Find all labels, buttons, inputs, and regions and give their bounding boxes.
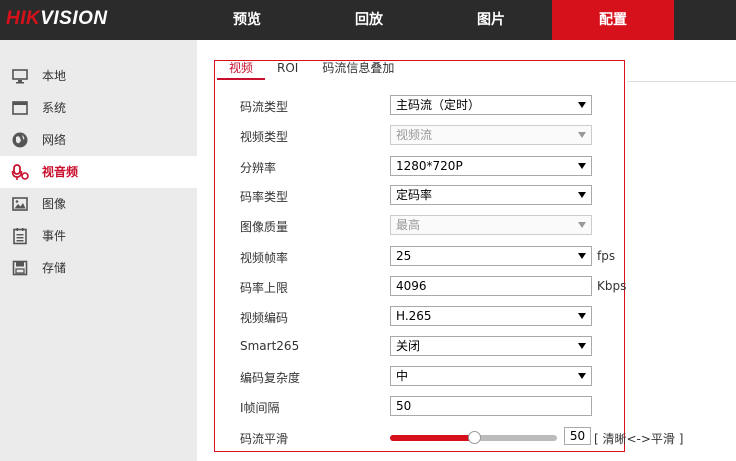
stream-type-label: 码流类型 — [240, 100, 289, 114]
frame-rate-unit: fps — [597, 249, 616, 263]
i-frame-interval-input[interactable]: 50 — [390, 396, 592, 416]
bitrate-type-select[interactable]: 定码率 — [390, 185, 592, 205]
row-frame-rate: 视频帧率 25 fps — [240, 246, 700, 266]
slider-fill — [390, 435, 474, 441]
chevron-down-icon — [578, 163, 586, 169]
tab-video[interactable]: 视频 — [217, 58, 266, 80]
stream-type-select[interactable]: 主码流（定时） — [390, 95, 592, 115]
sidebar-item-label: 视音频 — [42, 165, 79, 179]
config-content: 视频 ROI 码流信息叠加 码流类型 主码流（定时） 视频类型 视频流 分辨率 … — [197, 40, 736, 461]
row-stream-type: 码流类型 主码流（定时） — [240, 95, 700, 115]
microphone-icon — [11, 164, 29, 180]
sidebar-item-video-audio[interactable]: 视音频 — [0, 156, 197, 188]
frame-rate-select[interactable]: 25 — [390, 246, 592, 266]
chevron-down-icon — [578, 192, 586, 198]
row-smart265: Smart265 关闭 — [240, 336, 700, 356]
row-video-encoding: 视频编码 H.265 — [240, 306, 700, 326]
top-bar: HIKVISION 预览 回放 图片 配置 — [0, 0, 736, 40]
stream-smoothing-hint: [ 清晰<->平滑 ] — [594, 432, 684, 446]
sidebar-item-system[interactable]: 系统 — [0, 92, 197, 124]
chevron-down-icon — [578, 373, 586, 379]
slider-handle[interactable] — [468, 431, 481, 444]
max-bitrate-unit: Kbps — [597, 279, 627, 293]
hikvision-logo: HIKVISION — [6, 8, 108, 29]
row-encoding-complexity: 编码复杂度 中 — [240, 366, 700, 386]
chevron-down-icon — [578, 102, 586, 108]
chevron-down-icon — [578, 313, 586, 319]
video-encoding-select[interactable]: H.265 — [390, 306, 592, 326]
sidebar-item-label: 图像 — [42, 197, 67, 211]
video-type-label: 视频类型 — [240, 130, 289, 144]
monitor-icon — [12, 69, 28, 84]
video-type-select: 视频流 — [390, 125, 592, 145]
row-resolution: 分辨率 1280*720P — [240, 156, 700, 176]
stream-smoothing-label: 码流平滑 — [240, 432, 289, 446]
sidebar: 本地 系统 网络 视音频 图像 事件 存储 — [0, 40, 197, 461]
row-max-bitrate: 码率上限 4096 Kbps — [240, 276, 700, 296]
sidebar-item-image[interactable]: 图像 — [0, 188, 197, 220]
sidebar-item-label: 存储 — [42, 261, 67, 275]
resolution-select[interactable]: 1280*720P — [390, 156, 592, 176]
image-quality-label: 图像质量 — [240, 220, 289, 234]
sidebar-item-network[interactable]: 网络 — [0, 124, 197, 156]
sidebar-item-local[interactable]: 本地 — [0, 60, 197, 92]
encoding-complexity-label: 编码复杂度 — [240, 371, 301, 385]
system-window-icon — [12, 101, 28, 115]
nav-preview[interactable]: 预览 — [186, 0, 308, 40]
nav-picture[interactable]: 图片 — [430, 0, 552, 40]
video-encoding-label: 视频编码 — [240, 311, 289, 325]
storage-disk-icon — [12, 260, 28, 276]
sidebar-item-label: 网络 — [42, 133, 67, 147]
tab-divider — [627, 81, 736, 82]
event-list-icon — [13, 228, 27, 245]
tab-roi[interactable]: ROI — [265, 58, 310, 80]
frame-rate-label: 视频帧率 — [240, 251, 289, 265]
smart265-select[interactable]: 关闭 — [390, 336, 592, 356]
globe-icon — [12, 132, 28, 148]
max-bitrate-input[interactable]: 4096 — [390, 276, 592, 296]
bitrate-type-label: 码率类型 — [240, 190, 289, 204]
nav-playback[interactable]: 回放 — [308, 0, 430, 40]
sidebar-item-label: 事件 — [42, 229, 67, 243]
sidebar-item-label: 本地 — [42, 69, 67, 83]
tab-stream-info-overlay[interactable]: 码流信息叠加 — [310, 58, 406, 80]
encoding-complexity-select[interactable]: 中 — [390, 366, 592, 386]
image-icon — [12, 197, 28, 211]
row-stream-smoothing: 码流平滑 50 [ 清晰<->平滑 ] — [240, 427, 700, 447]
chevron-down-icon — [578, 132, 586, 138]
chevron-down-icon — [578, 253, 586, 259]
stream-smoothing-value[interactable]: 50 — [564, 427, 591, 445]
sidebar-item-label: 系统 — [42, 101, 67, 115]
tab-bar: 视频 ROI 码流信息叠加 — [217, 58, 406, 82]
row-video-type: 视频类型 视频流 — [240, 125, 700, 145]
sidebar-item-storage[interactable]: 存储 — [0, 252, 197, 284]
row-i-frame-interval: I帧间隔 50 — [240, 396, 700, 416]
image-quality-select: 最高 — [390, 215, 592, 235]
chevron-down-icon — [578, 343, 586, 349]
row-image-quality: 图像质量 最高 — [240, 215, 700, 235]
i-frame-interval-label: I帧间隔 — [240, 401, 280, 415]
resolution-label: 分辨率 — [240, 161, 277, 175]
smart265-label: Smart265 — [240, 339, 300, 353]
sidebar-item-event[interactable]: 事件 — [0, 220, 197, 252]
nav-configuration[interactable]: 配置 — [552, 0, 674, 40]
stream-smoothing-slider[interactable] — [390, 431, 557, 444]
max-bitrate-label: 码率上限 — [240, 281, 289, 295]
main-nav: 预览 回放 图片 配置 — [186, 0, 674, 40]
chevron-down-icon — [578, 222, 586, 228]
row-bitrate-type: 码率类型 定码率 — [240, 185, 700, 205]
